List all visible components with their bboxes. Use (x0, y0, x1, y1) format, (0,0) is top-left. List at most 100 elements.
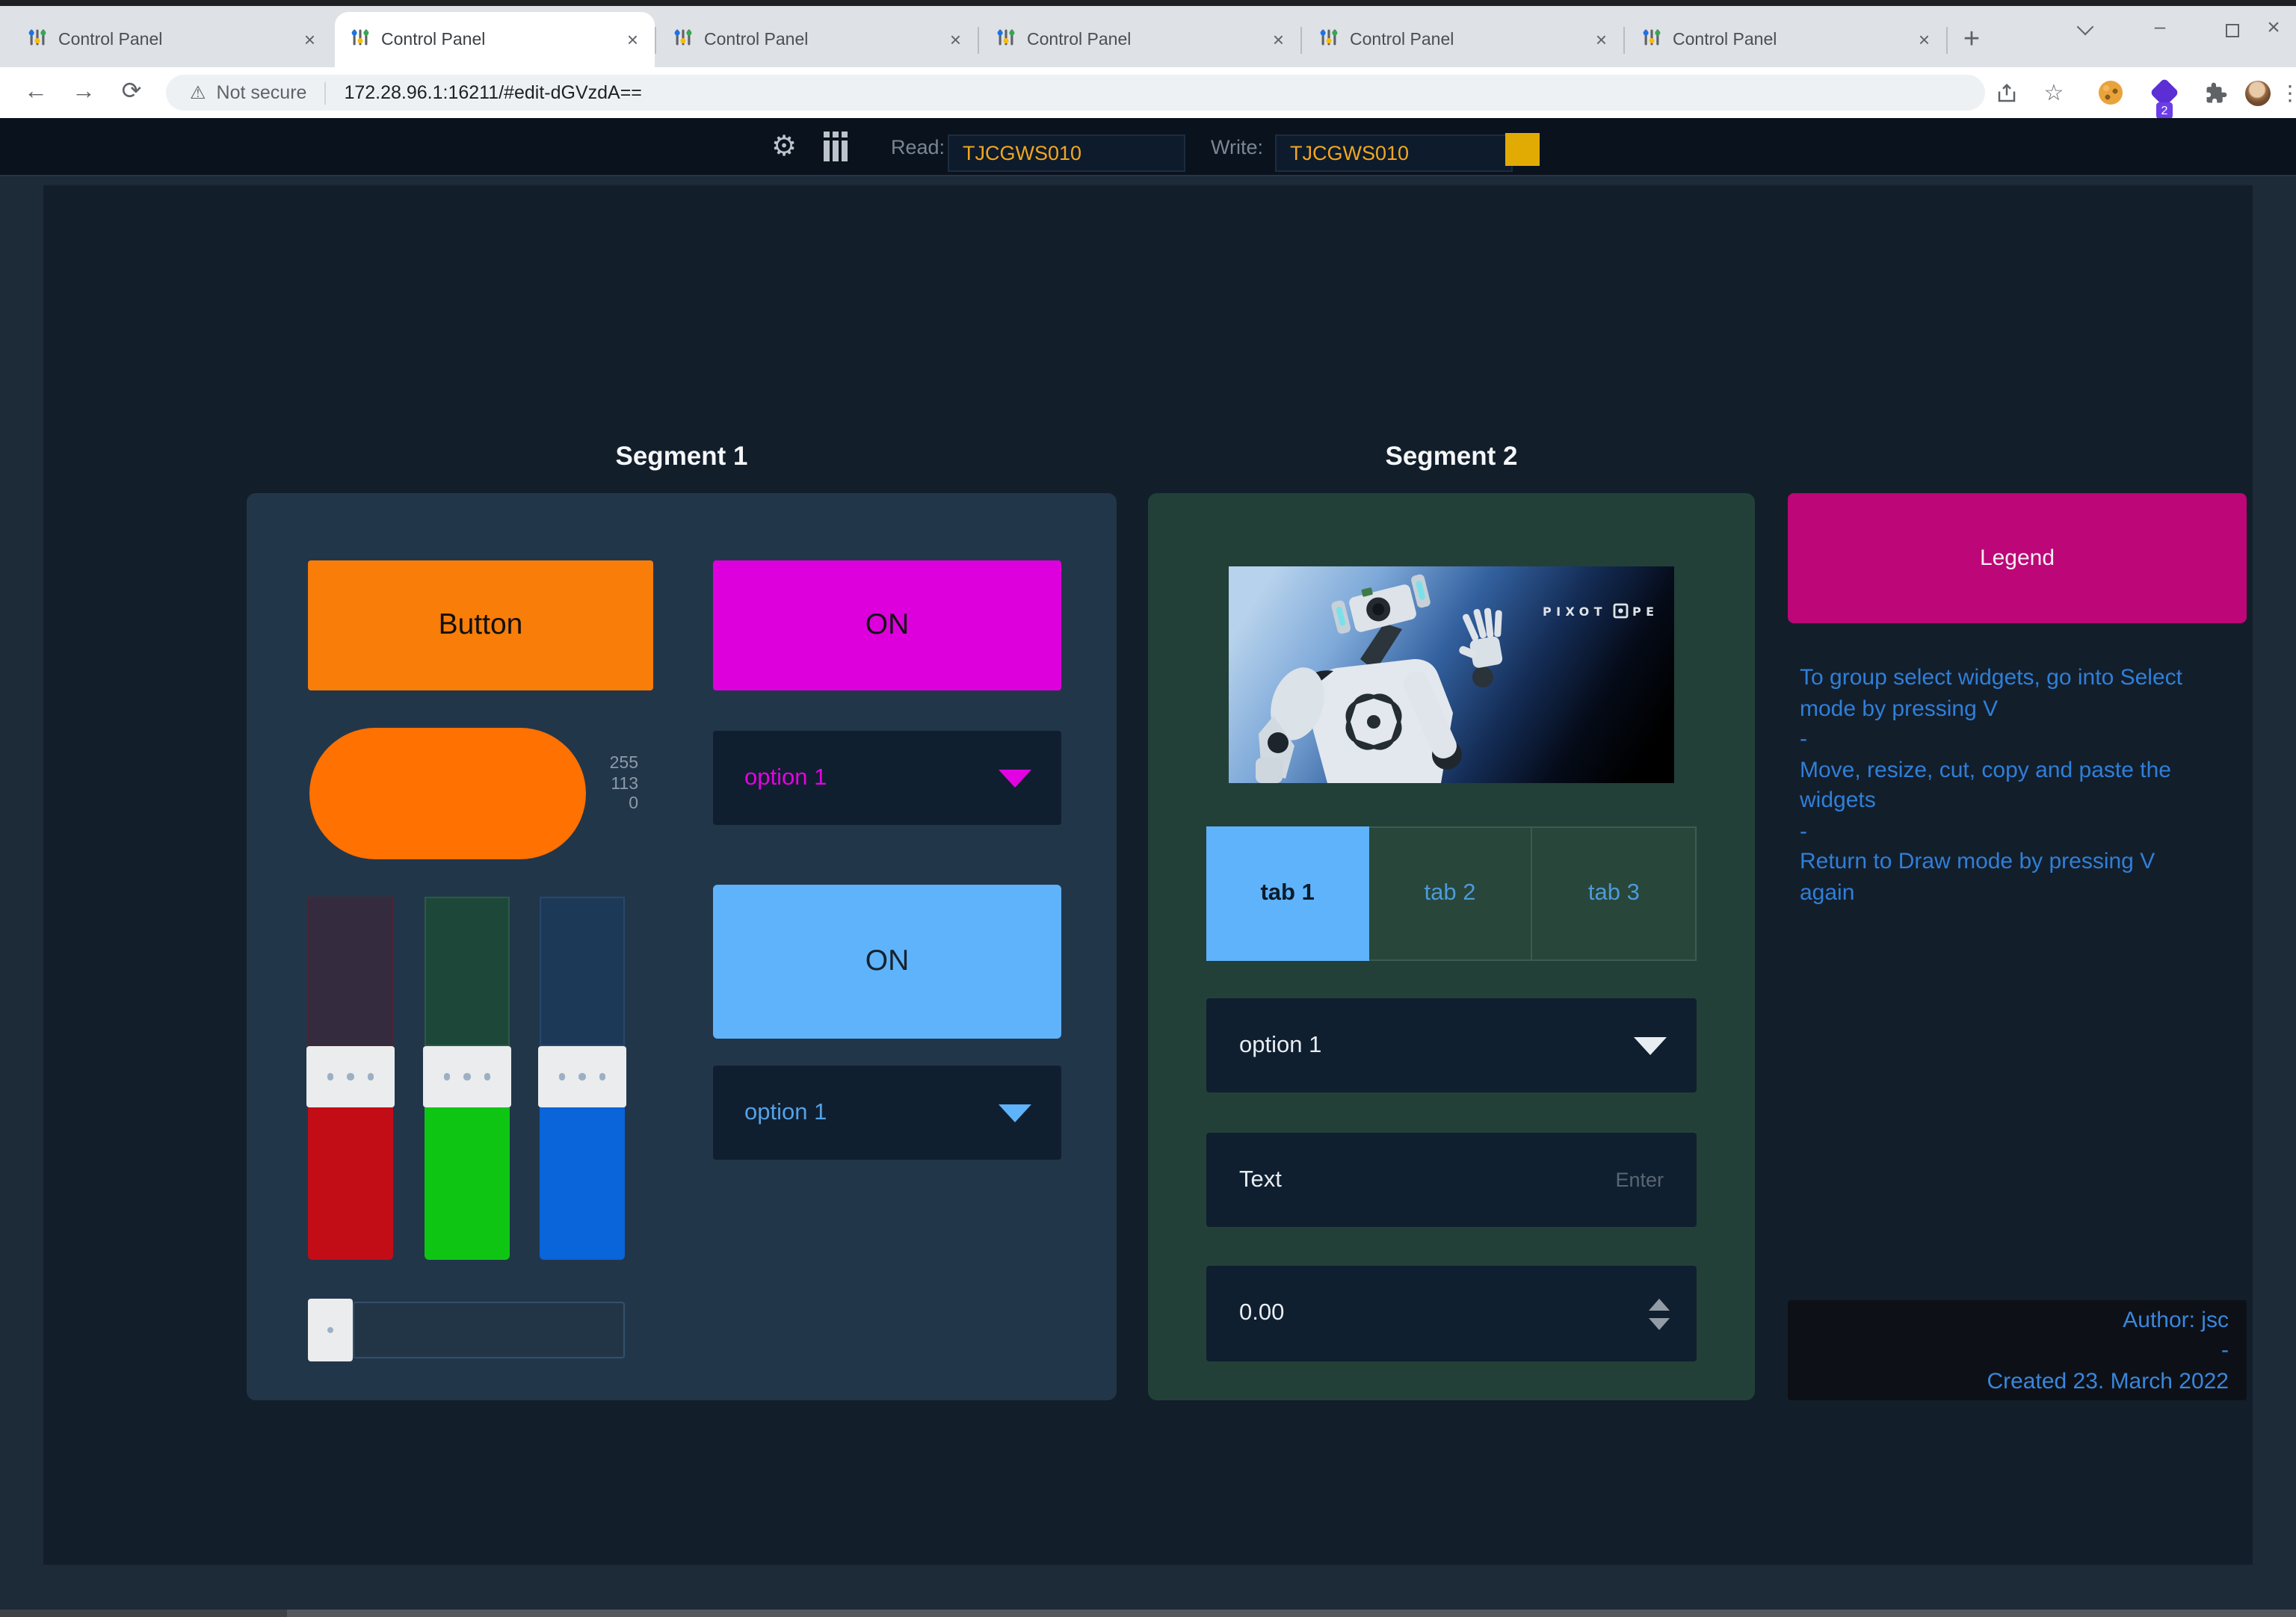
green-slider[interactable] (425, 897, 510, 1260)
segment1-dropdown-2[interactable]: option 1 (713, 1066, 1061, 1160)
magenta-toggle-on[interactable]: ON (713, 560, 1061, 690)
layout-columns-icon[interactable] (824, 132, 854, 161)
tab-2[interactable]: tab 2 (1368, 826, 1532, 961)
horizontal-scrollbar-track[interactable] (0, 1610, 2296, 1617)
rgb-b-value: 0 (504, 795, 638, 815)
author-line: - (1788, 1336, 2229, 1367)
text-input-placeholder: Enter (1615, 1169, 1664, 1191)
browser-tab-2-active[interactable]: Control Panel × (335, 12, 655, 67)
browser-tab-1[interactable]: Control Panel × (12, 12, 332, 67)
blue-toggle-on[interactable]: ON (713, 885, 1061, 1039)
green-slider-track[interactable] (425, 897, 510, 1046)
close-tab-icon[interactable]: × (1914, 28, 1934, 51)
url-text: 172.28.96.1:16211/#edit-dGVzdA== (344, 82, 641, 103)
favicon-sliders-icon (996, 27, 1016, 52)
status-yellow-square[interactable] (1505, 133, 1540, 166)
browser-toolbar: ← → ⟳ ⚠ Not secure 172.28.96.1:16211/#ed… (0, 67, 2296, 118)
close-tab-icon[interactable]: × (300, 28, 320, 51)
rgb-r-value: 255 (504, 755, 638, 775)
pixotope-logo: PIXOT PE (1543, 605, 1658, 619)
orange-button[interactable]: Button (308, 560, 653, 690)
tab-separator (1946, 27, 1948, 54)
svg-text:PE: PE (1632, 605, 1658, 619)
number-value: 0.00 (1239, 1300, 1649, 1327)
browser-tab-5[interactable]: Control Panel × (1303, 12, 1623, 67)
favicon-sliders-icon (1318, 27, 1339, 52)
svg-text:PIXOT: PIXOT (1543, 605, 1607, 619)
red-slider[interactable] (308, 897, 393, 1260)
browser-window: Control Panel × Control Panel × Control … (0, 0, 2296, 1617)
tab-3[interactable]: tab 3 (1533, 826, 1697, 961)
window-minimize-button[interactable]: – (2138, 15, 2182, 37)
write-label: Write: (1211, 136, 1263, 158)
number-input[interactable]: 0.00 (1206, 1266, 1697, 1361)
segment2-tabbar: tab 1 tab 2 tab 3 (1206, 826, 1697, 961)
share-icon[interactable] (1991, 78, 2021, 108)
chevron-down-icon (999, 1104, 1031, 1122)
tab-title: Control Panel (58, 31, 300, 49)
window-top-edge (0, 0, 2296, 6)
bookmark-star-icon[interactable]: ☆ (2039, 78, 2069, 108)
rgb-readout: 255 113 0 (504, 755, 638, 815)
window-chevron-icon[interactable] (2063, 15, 2108, 37)
read-input[interactable]: TJCGWS010 (948, 135, 1185, 172)
stepper-down-icon[interactable] (1649, 1317, 1670, 1329)
new-tab-button[interactable]: + (1952, 21, 1991, 60)
not-secure-warning-icon: ⚠ (190, 82, 206, 103)
extension-badge: 2 (2156, 102, 2173, 119)
app-topbar: ⚙ Read: TJCGWS010 Write: TJCGWS010 (0, 118, 2296, 176)
address-bar[interactable]: ⚠ Not secure 172.28.96.1:16211/#edit-dGV… (166, 75, 1985, 111)
segment2-dropdown[interactable]: option 1 (1206, 998, 1697, 1092)
settings-gear-icon[interactable]: ⚙ (771, 130, 797, 164)
browser-tab-6[interactable]: Control Panel × (1626, 12, 1946, 67)
red-slider-fill (308, 1107, 393, 1260)
favicon-sliders-icon (350, 27, 371, 52)
horizontal-scrollbar-thumb[interactable] (0, 1610, 287, 1617)
segment1-dropdown-1[interactable]: option 1 (713, 731, 1061, 825)
stepper-up-icon[interactable] (1649, 1298, 1670, 1310)
window-maximize-button[interactable] (2209, 19, 2254, 42)
purple-extension-icon[interactable]: 2 (2150, 78, 2179, 108)
red-slider-track[interactable] (308, 897, 393, 1046)
back-icon[interactable]: ← (15, 72, 57, 114)
reload-icon[interactable]: ⟳ (111, 72, 152, 114)
horizontal-slider-handle[interactable] (308, 1299, 353, 1361)
extensions-puzzle-icon[interactable] (2200, 78, 2230, 108)
tab-title: Control Panel (1350, 31, 1591, 49)
favicon-sliders-icon (673, 27, 694, 52)
close-tab-icon[interactable]: × (623, 28, 643, 51)
tab-1[interactable]: tab 1 (1206, 826, 1368, 961)
close-tab-icon[interactable]: × (1591, 28, 1611, 51)
tab-separator (1300, 27, 1302, 54)
text-input[interactable]: Text Enter (1206, 1133, 1697, 1227)
tab-separator (978, 27, 979, 54)
green-slider-handle[interactable] (423, 1046, 511, 1107)
legend-instructions: To group select widgets, go into Select … (1800, 664, 2248, 909)
horizontal-slider[interactable] (308, 1299, 625, 1361)
window-close-button[interactable]: × (2251, 15, 2296, 40)
red-slider-handle[interactable] (306, 1046, 395, 1107)
author-line: Created 23. March 2022 (1788, 1367, 2229, 1397)
omnibox-divider (324, 81, 326, 104)
profile-avatar[interactable] (2242, 78, 2272, 108)
close-tab-icon[interactable]: × (1268, 28, 1289, 51)
text-input-label: Text (1239, 1166, 1615, 1193)
blue-slider-handle[interactable] (538, 1046, 626, 1107)
browser-menu-kebab-icon[interactable]: ⋮ (2275, 78, 2296, 108)
blue-slider[interactable] (540, 897, 625, 1260)
forward-icon[interactable]: → (63, 72, 105, 114)
horizontal-slider-track[interactable] (353, 1302, 625, 1358)
segment2-title: Segment 2 (1227, 441, 1676, 472)
author-box: Author: jsc - Created 23. March 2022 (1788, 1300, 2247, 1400)
tab-title: Control Panel (1673, 31, 1914, 49)
number-stepper[interactable] (1649, 1298, 1670, 1329)
tab-title: Control Panel (1027, 31, 1268, 49)
blue-slider-track[interactable] (540, 897, 625, 1046)
write-input[interactable]: TJCGWS010 (1275, 135, 1513, 172)
close-tab-icon[interactable]: × (945, 28, 966, 51)
chevron-down-icon (1634, 1036, 1667, 1054)
cookie-extension-icon[interactable] (2096, 78, 2126, 108)
tab-title: Control Panel (381, 31, 623, 49)
browser-tab-4[interactable]: Control Panel × (981, 12, 1300, 67)
browser-tab-3[interactable]: Control Panel × (658, 12, 978, 67)
